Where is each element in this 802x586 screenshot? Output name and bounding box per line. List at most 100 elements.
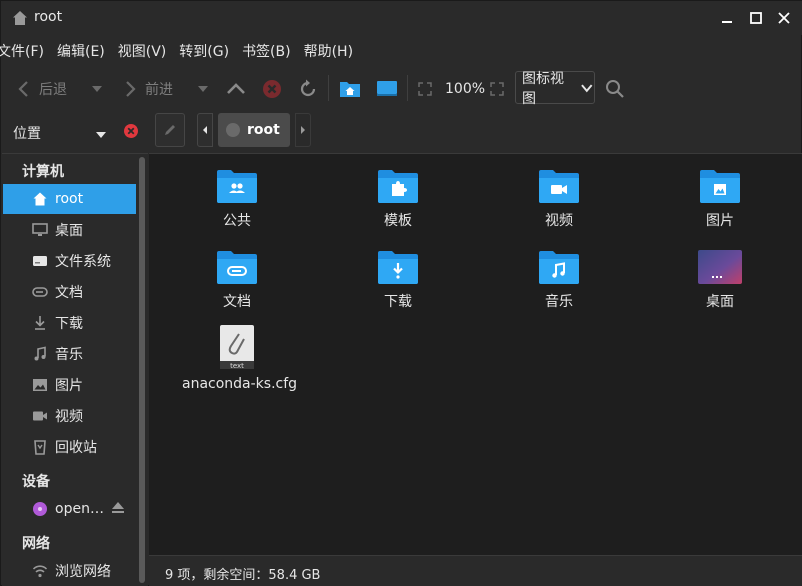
monitor-icon: [377, 81, 397, 96]
maximize-button[interactable]: [745, 7, 767, 29]
sidebar-item-label: 浏览网络: [55, 564, 111, 580]
file-item[interactable]: 桌面: [665, 249, 775, 311]
edit-path-button[interactable]: [155, 113, 185, 147]
reload-button[interactable]: [297, 76, 319, 102]
folder-pictures-icon: [700, 170, 740, 203]
search-button[interactable]: [605, 76, 625, 102]
sidebar: 计算机 root 桌面 文件系统 文档 下载 音乐 图片 视频 回收站 设备 o…: [2, 153, 148, 586]
eject-button[interactable]: [111, 500, 125, 518]
menu-view[interactable]: 视图(V): [118, 41, 167, 61]
sidebar-item-label: 文档: [55, 285, 83, 301]
eject-icon: [112, 502, 124, 513]
computer-button[interactable]: [375, 76, 399, 102]
file-name: 视频: [545, 213, 573, 229]
file-item[interactable]: 图片: [665, 168, 775, 230]
zoom-reset-button[interactable]: [489, 76, 505, 102]
breadcrumb-root[interactable]: root: [218, 113, 290, 147]
dropdown-arrow-icon: [92, 86, 102, 92]
file-item[interactable]: 音乐: [504, 249, 614, 311]
file-name: 桌面: [706, 294, 734, 310]
menu-file[interactable]: 文件(F): [0, 41, 44, 61]
location-label: 位置: [13, 126, 41, 142]
folder-documents-icon: [217, 251, 257, 284]
file-type-badge: text: [230, 362, 244, 370]
menu-bar: 文件(F) 编辑(E) 视图(V) 转到(G) 书签(B) 帮助(H): [0, 37, 802, 65]
sidebar-section-devices: 设备: [22, 474, 50, 490]
back-label: 后退: [39, 82, 67, 98]
status-text: 9 项，剩余空间：58.4 GB: [165, 568, 321, 583]
sidebar-item-label: root: [55, 191, 84, 207]
menu-go[interactable]: 转到(G): [179, 41, 229, 61]
menu-help[interactable]: 帮助(H): [304, 41, 353, 61]
up-button[interactable]: [225, 76, 247, 102]
sidebar-item-filesystem[interactable]: 文件系统: [3, 246, 136, 276]
file-item[interactable]: 下载: [343, 249, 453, 311]
stop-button[interactable]: [261, 76, 283, 102]
location-clear-button[interactable]: [123, 123, 139, 143]
sidebar-item-label: 视频: [55, 409, 83, 425]
sidebar-item-label: 图片: [55, 378, 83, 394]
desktop-icon: [32, 223, 48, 236]
sidebar-item-documents[interactable]: 文档: [3, 277, 136, 307]
dropdown-arrow-icon: [96, 132, 106, 138]
zoom-reset-icon: [490, 82, 504, 96]
dropdown-arrow-icon: [198, 86, 208, 92]
clear-icon: [124, 124, 138, 138]
menu-edit[interactable]: 编辑(E): [57, 41, 105, 61]
sidebar-item-browse-network[interactable]: 浏览网络: [3, 556, 136, 586]
zoom-fit-button[interactable]: [417, 76, 433, 102]
sidebar-item-label: 音乐: [55, 347, 83, 363]
toolbar: 后退 前进 100%: [1, 67, 802, 111]
video-icon: [33, 411, 47, 421]
location-mode-dropdown[interactable]: [95, 127, 107, 143]
file-item[interactable]: 文档: [182, 249, 292, 311]
close-button[interactable]: [773, 7, 795, 29]
download-icon: [35, 316, 45, 330]
file-item[interactable]: anaconda-ks.cfg: [182, 324, 297, 392]
file-view[interactable]: 公共 模板 视频 图片 文档 下载 音乐 桌面 anaconda-ks.cfg …: [149, 153, 802, 555]
file-item[interactable]: 公共: [182, 168, 292, 230]
drive-icon: [226, 123, 240, 137]
document-icon: [32, 287, 48, 297]
chevron-left-icon: [203, 126, 207, 134]
music-icon: [34, 346, 46, 361]
forward-button[interactable]: 前进: [121, 76, 173, 102]
menu-bookmarks[interactable]: 书签(B): [242, 41, 291, 61]
toolbar-separator: [328, 75, 329, 101]
sidebar-item-trash[interactable]: 回收站: [3, 432, 136, 462]
back-button[interactable]: 后退: [15, 76, 67, 102]
forward-label: 前进: [145, 82, 173, 98]
view-mode-select[interactable]: 图标视图: [515, 71, 595, 107]
back-arrow-icon: [18, 81, 28, 97]
sidebar-item-label: 下载: [55, 316, 83, 332]
sidebar-item-pictures[interactable]: 图片: [3, 370, 136, 400]
zoom-level[interactable]: 100%: [445, 81, 485, 97]
scrollbar-thumb[interactable]: [139, 157, 145, 583]
crumb-scroll-right[interactable]: [295, 113, 311, 147]
crumb-scroll-left[interactable]: [197, 113, 213, 147]
forward-history-dropdown[interactable]: [197, 76, 209, 102]
file-name: 模板: [384, 213, 412, 229]
folder-music-icon: [539, 251, 579, 284]
sidebar-scrollbar[interactable]: [138, 155, 146, 585]
status-bar: 9 项，剩余空间：58.4 GB: [149, 555, 802, 586]
stop-icon: [263, 80, 281, 98]
file-item[interactable]: 视频: [504, 168, 614, 230]
home-folder-button[interactable]: [339, 76, 361, 102]
location-bar: 位置 root: [1, 111, 802, 151]
forward-arrow-icon: [126, 81, 136, 97]
file-item[interactable]: 模板: [343, 168, 453, 230]
chevron-down-icon: [581, 83, 593, 92]
home-icon: [11, 9, 29, 27]
sidebar-item-videos[interactable]: 视频: [3, 401, 136, 431]
sidebar-item-downloads[interactable]: 下载: [3, 308, 136, 338]
sidebar-item-music[interactable]: 音乐: [3, 339, 136, 369]
title-bar[interactable]: root: [1, 1, 802, 35]
sidebar-item-root[interactable]: root: [3, 184, 136, 214]
back-history-dropdown[interactable]: [91, 76, 103, 102]
trash-icon: [34, 440, 46, 455]
sidebar-item-desktop[interactable]: 桌面: [3, 215, 136, 245]
minimize-button[interactable]: [716, 7, 738, 29]
toolbar-separator: [407, 75, 408, 101]
sidebar-item-label: open…: [55, 501, 104, 517]
